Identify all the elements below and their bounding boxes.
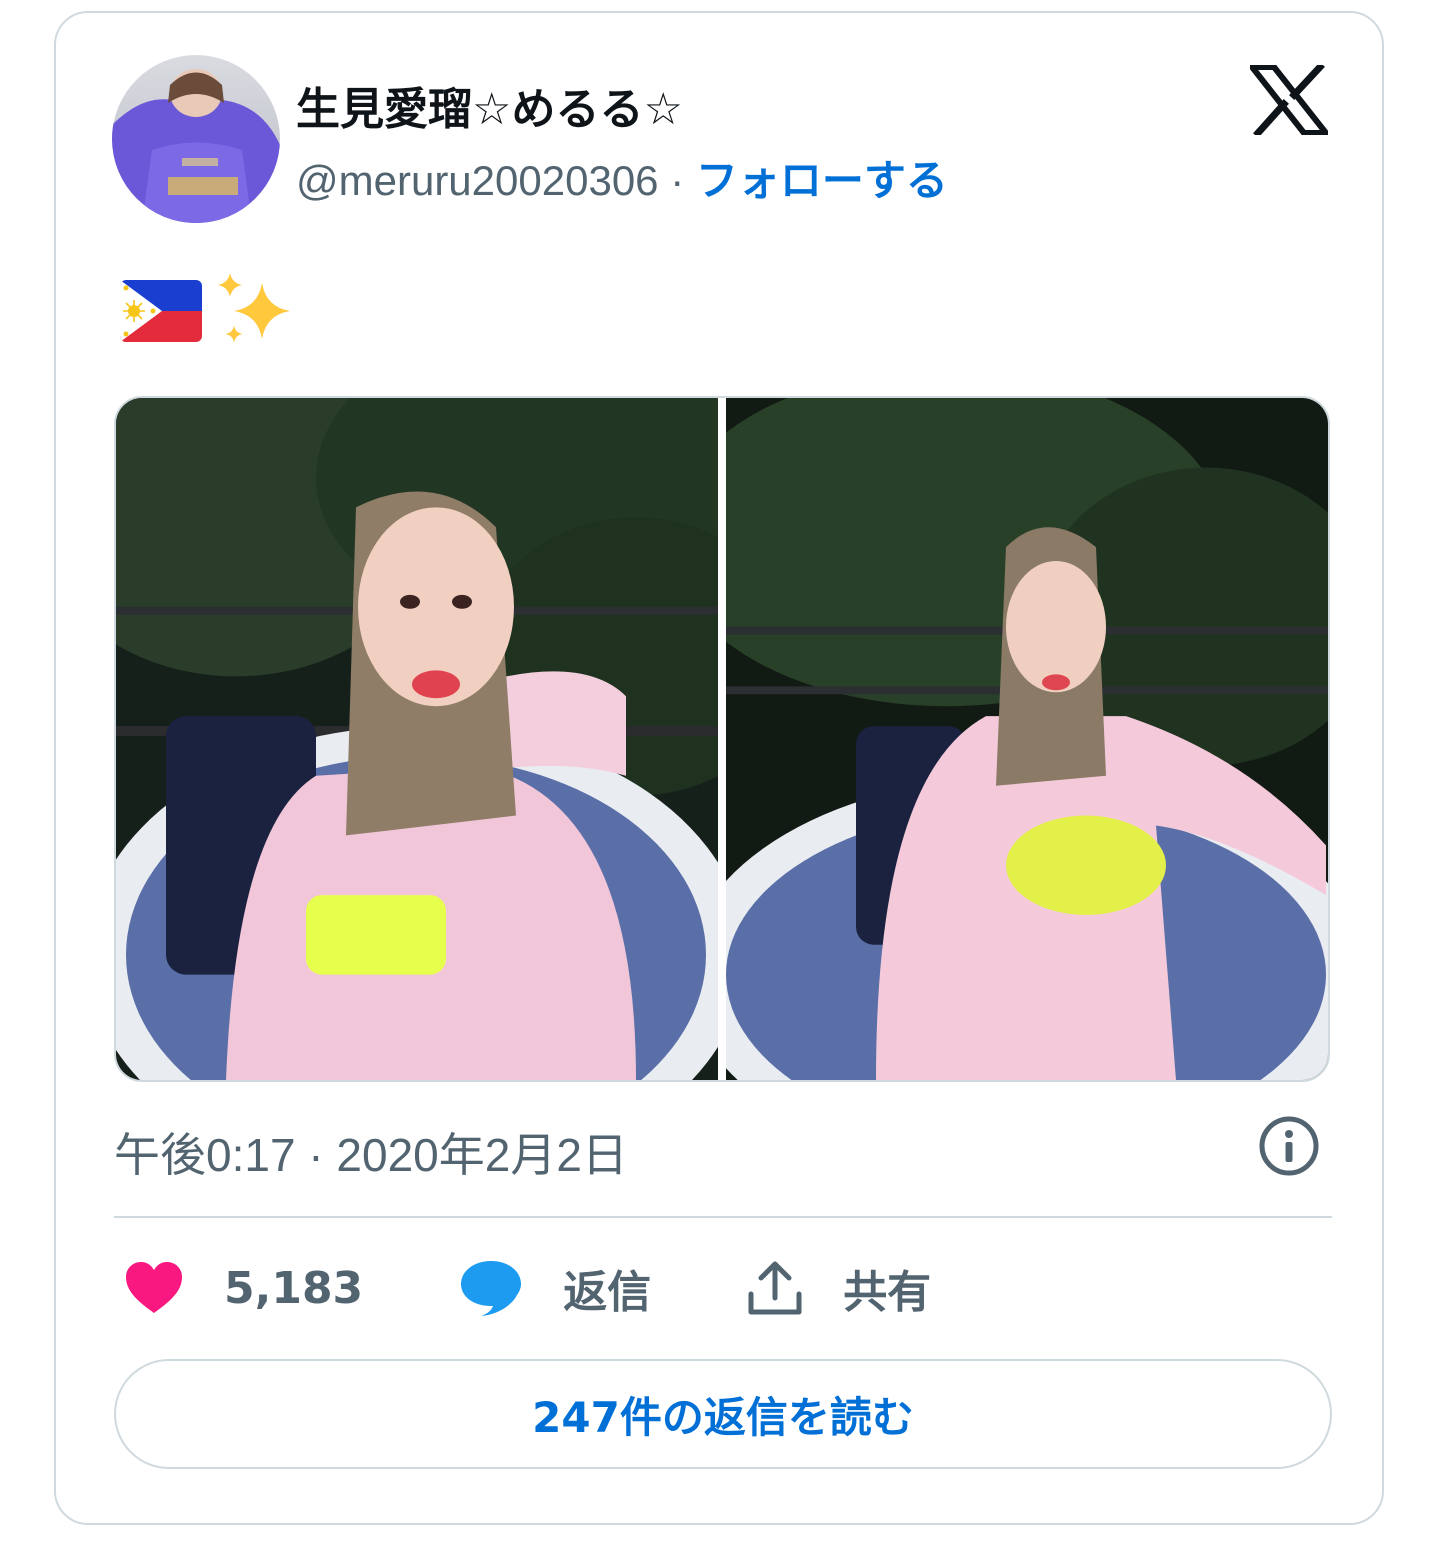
tweet-photo-1[interactable] [116,398,718,1080]
share-button[interactable]: 共有 [747,1256,931,1320]
like-button[interactable]: 5,183 [124,1261,363,1315]
read-replies-button[interactable]: 247件の返信を読む [114,1359,1332,1469]
divider [114,1216,1332,1218]
speech-bubble-icon [461,1261,522,1316]
share-label: 共有 [843,1267,932,1318]
author-handle[interactable]: @meruru20020306 [296,157,659,204]
tweet-actions-bar: 5,183 返信 共有 [124,1253,1027,1323]
flag-philippines-icon [120,280,202,342]
reply-label: 返信 [563,1267,652,1318]
separator-dot: · [658,157,696,204]
heart-icon [126,1262,182,1313]
sparkles-icon [218,273,290,343]
author-avatar[interactable] [112,55,280,223]
info-icon[interactable] [1258,1115,1320,1177]
x-logo-icon[interactable] [1250,65,1328,135]
tweet-timestamp[interactable]: 午後0:17 · 2020年2月2日 [114,1119,628,1185]
author-handle-line: @meruru20020306 · フォローする [296,147,948,208]
author-display-name[interactable]: 生見愛瑠☆めるる☆ [296,73,683,137]
share-upload-icon [748,1261,802,1315]
tweet-text-emojis [120,271,296,351]
like-count: 5,183 [224,1262,364,1314]
reply-button[interactable]: 返信 [459,1256,651,1320]
follow-button[interactable]: フォローする [696,156,948,205]
tweet-photo-2[interactable] [726,398,1328,1080]
tweet-media-grid [114,396,1330,1082]
tweet-embed-card: 生見愛瑠☆めるる☆ @meruru20020306 · フォローする 午後0:1… [54,11,1384,1525]
